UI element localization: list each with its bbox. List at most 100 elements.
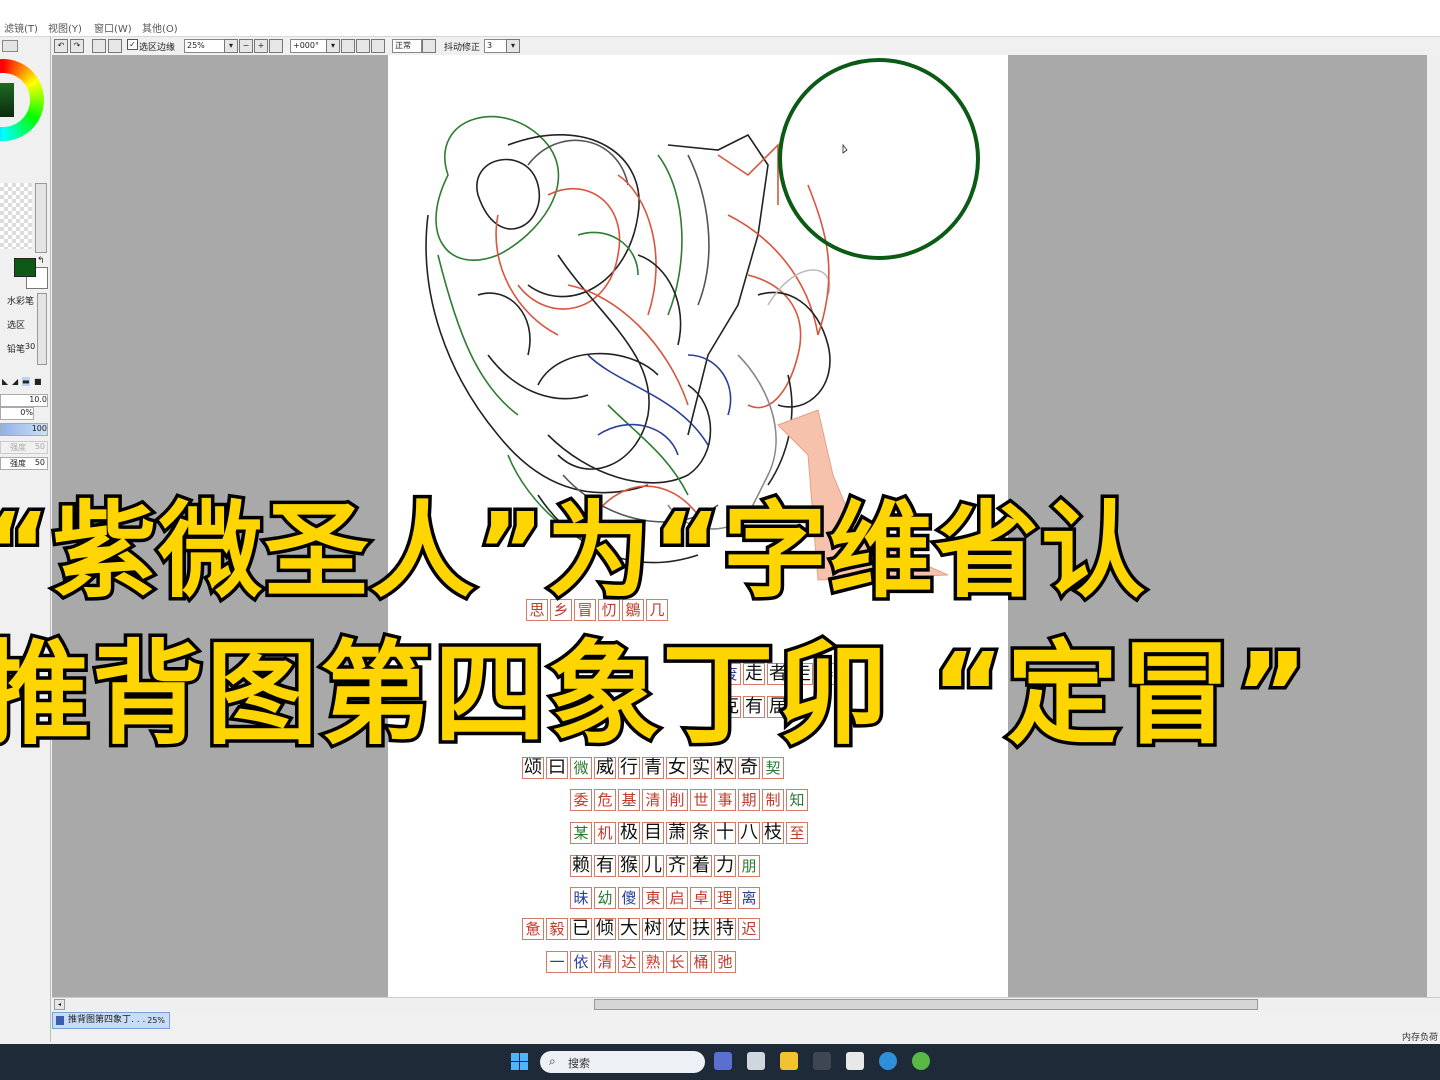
grid-cell: 齐 (666, 855, 688, 877)
rotate-left-button[interactable] (341, 39, 355, 53)
grid-cell: 极 (618, 822, 640, 844)
brush-shape-icon[interactable]: ◢ (12, 377, 18, 386)
windows-start-icon[interactable] (511, 1053, 528, 1070)
document-tab-name: 推背图第四象丁. . . (68, 1015, 146, 1025)
grid-cell: 条 (690, 822, 712, 844)
grid-cell: 世 (690, 789, 712, 811)
grid-cell: 傻 (618, 887, 640, 909)
grid-cell: 桶 (690, 951, 712, 973)
grid-cell: 树 (642, 918, 664, 940)
tool-selection[interactable]: 选区 (7, 318, 25, 331)
document-tab[interactable]: 推背图第四象丁. . . 25% (52, 1012, 170, 1029)
document-icon (56, 1016, 64, 1025)
file-explorer-icon[interactable] (780, 1052, 798, 1070)
pointer-cursor-icon (842, 143, 848, 154)
grid-cell: 弛 (714, 951, 736, 973)
zoom-in-button[interactable]: + (254, 39, 268, 53)
undo-button[interactable]: ↶ (54, 39, 68, 53)
grid-cell: 倾 (594, 918, 616, 940)
grid-cell: 依 (570, 951, 592, 973)
rotation-select[interactable]: +000° (290, 39, 330, 53)
horizontal-scroll-thumb[interactable] (594, 999, 1258, 1010)
invert-selection-button[interactable] (108, 39, 122, 53)
zoom-out-button[interactable]: − (239, 39, 253, 53)
selection-edge-label: 选区边缘 (139, 43, 176, 53)
menu-view[interactable]: 视图(Y) (48, 20, 82, 35)
paint-app-icon[interactable] (714, 1052, 732, 1070)
grid-cell: 儿 (642, 855, 664, 877)
color-swatch-grid[interactable] (0, 183, 32, 249)
blend-mode-select[interactable]: 正常 (392, 39, 422, 53)
tool-scrollbar[interactable] (37, 293, 47, 365)
zoom-select[interactable]: 25% (184, 39, 228, 53)
rotate-right-button[interactable] (356, 39, 370, 53)
tool-watercolor[interactable]: 水彩笔 (7, 294, 34, 307)
grid-row: 赖有猴儿齐着力朋 (570, 855, 762, 877)
grid-cell: 毅 (546, 918, 568, 940)
grid-cell: 有 (594, 855, 616, 877)
grid-row: 一依清达熟长桶弛 (546, 951, 738, 973)
grid-cell: 扶 (690, 918, 712, 940)
grid-cell: 惫 (522, 918, 544, 940)
grid-cell: 某 (570, 822, 592, 844)
store-icon[interactable] (846, 1052, 864, 1070)
grid-cell: 事 (714, 789, 736, 811)
panel-menu-icon[interactable] (2, 40, 18, 52)
task-view-icon[interactable] (747, 1052, 765, 1070)
grid-cell: 危 (594, 789, 616, 811)
menu-filter[interactable]: 滤镜(T) (4, 20, 38, 35)
brush-shape-icon[interactable]: ■ (34, 377, 42, 386)
rotation-dropdown-icon[interactable]: ▾ (326, 39, 340, 53)
brush-size-field[interactable]: 10.0 (0, 394, 48, 407)
density-slider[interactable]: 100 (0, 423, 48, 436)
grid-cell: 离 (738, 887, 760, 909)
rotate-reset-button[interactable] (371, 39, 385, 53)
edge-browser-icon[interactable] (879, 1052, 897, 1070)
grid-cell: 力 (714, 855, 736, 877)
tool-pencil[interactable]: 铅笔 (7, 342, 25, 355)
grid-cell: 朋 (738, 855, 760, 877)
grid-row: 昧幼傻東启卓理离 (570, 887, 762, 909)
grid-cell: 期 (738, 789, 760, 811)
grid-cell: 达 (618, 951, 640, 973)
brush-shape-icon[interactable]: ▬ (22, 377, 30, 386)
menu-window[interactable]: 窗口(W) (94, 20, 132, 35)
color-sv-square[interactable] (0, 83, 14, 117)
grid-cell: 机 (594, 822, 616, 844)
grid-cell: 理 (714, 887, 736, 909)
taskbar-search[interactable]: ⌕ 搜索 (540, 1051, 705, 1073)
grid-cell: 赖 (570, 855, 592, 877)
sai-app-icon[interactable] (912, 1052, 930, 1070)
zoom-dropdown-icon[interactable]: ▾ (224, 39, 238, 53)
stabilizer-select[interactable]: 3 (484, 39, 508, 53)
scroll-left-icon[interactable]: ◂ (54, 999, 65, 1010)
grid-cell: 幼 (594, 887, 616, 909)
swap-colors-icon[interactable]: ↰ (37, 256, 45, 266)
search-placeholder: 搜索 (568, 1057, 590, 1070)
caption-line-2: 推背图第四象丁卯 “定冒” (0, 627, 1312, 764)
grid-cell: 制 (762, 789, 784, 811)
stabilizer-dropdown-icon[interactable]: ▾ (506, 39, 520, 53)
brush-shape-icon[interactable]: ◣ (2, 377, 8, 386)
selection-edge-checkbox[interactable]: ✓ (127, 39, 138, 50)
grid-cell: 至 (786, 822, 808, 844)
horizontal-scrollbar[interactable]: ◂ (52, 997, 1440, 1010)
search-icon: ⌕ (549, 1054, 556, 1068)
tool-pencil-size: 30 (25, 342, 36, 351)
grid-cell: 卓 (690, 887, 712, 909)
grid-cell: 着 (690, 855, 712, 877)
primary-color-swatch[interactable] (14, 258, 36, 277)
grid-cell: 大 (618, 918, 640, 940)
deselect-button[interactable] (92, 39, 106, 53)
menu-other[interactable]: 其他(O) (142, 20, 178, 35)
flip-button[interactable] (422, 39, 436, 53)
min-size-field[interactable]: 0% (0, 407, 34, 420)
grid-cell: 猴 (618, 855, 640, 877)
redo-button[interactable]: ↷ (70, 39, 84, 53)
grid-cell: 清 (642, 789, 664, 811)
grid-cell: 東 (642, 887, 664, 909)
app-launcher-icon[interactable] (813, 1052, 831, 1070)
vertical-scrollbar[interactable] (1427, 55, 1440, 998)
zoom-reset-button[interactable] (269, 39, 283, 53)
swatch-scrollbar[interactable] (35, 183, 47, 253)
